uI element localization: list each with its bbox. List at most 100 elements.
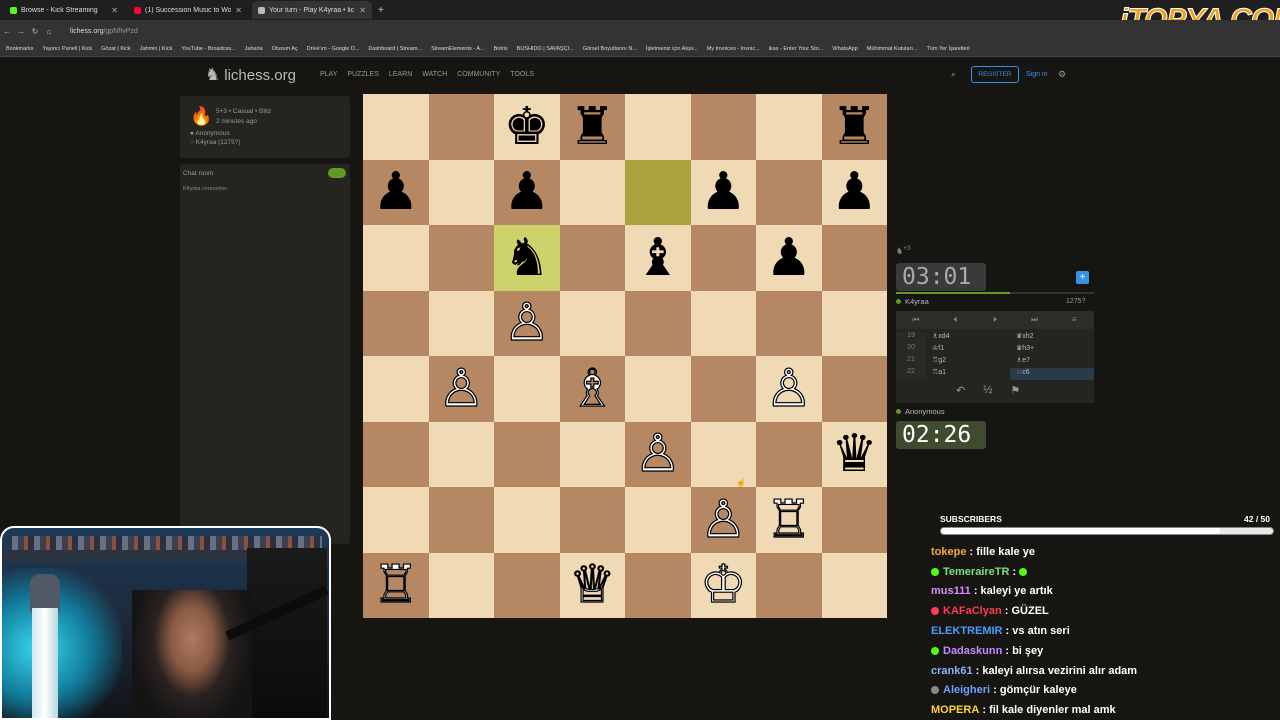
chat-toggle[interactable] bbox=[328, 168, 346, 178]
chess-piece-icon[interactable]: ♔ bbox=[699, 559, 747, 612]
square-g6[interactable]: ♟ bbox=[756, 225, 822, 291]
bookmark-item[interactable]: BUSHIDO | SAVAŞÇI... bbox=[517, 46, 574, 52]
bookmark-item[interactable]: Jaharia bbox=[245, 46, 263, 52]
square-h8[interactable]: ♜ bbox=[821, 94, 887, 160]
chess-piece-icon[interactable]: ♜ bbox=[831, 101, 878, 153]
resign-flag-icon[interactable]: ⚑ bbox=[1010, 384, 1020, 397]
chess-piece-icon[interactable]: ♙ bbox=[634, 428, 682, 481]
white-player[interactable]: ● Anonymous bbox=[190, 130, 230, 137]
lichess-logo[interactable]: ♞ lichess.org bbox=[205, 65, 296, 85]
chess-piece-icon[interactable]: ♞ bbox=[503, 232, 550, 284]
chess-piece-icon[interactable]: ♖ bbox=[765, 493, 813, 546]
menu-play[interactable]: PLAY bbox=[320, 71, 337, 78]
menu-community[interactable]: COMMUNITY bbox=[457, 71, 500, 78]
white-move[interactable]: ♖g2 bbox=[926, 356, 1010, 368]
white-move[interactable]: ♔f1 bbox=[926, 344, 1010, 356]
square-b5[interactable] bbox=[428, 290, 494, 356]
chess-piece-icon[interactable]: ♟ bbox=[831, 166, 878, 218]
chess-piece-icon[interactable]: ♙ bbox=[437, 362, 485, 415]
square-g4[interactable]: ♙ bbox=[756, 356, 822, 422]
chat-username[interactable]: crank61 bbox=[931, 665, 973, 677]
square-d2[interactable] bbox=[559, 487, 625, 553]
chess-piece-icon[interactable]: ♙ bbox=[765, 362, 813, 415]
chess-piece-icon[interactable]: ♗ bbox=[568, 362, 616, 415]
chess-piece-icon[interactable]: ♛ bbox=[831, 428, 878, 480]
square-c2[interactable] bbox=[494, 487, 560, 553]
forward-icon[interactable]: → bbox=[14, 27, 28, 36]
square-f7[interactable]: ♟ bbox=[690, 159, 756, 225]
bookmark-item[interactable]: YouTube - Broadcas... bbox=[181, 46, 235, 52]
square-a2[interactable] bbox=[363, 487, 429, 553]
bookmark-item[interactable]: ikas - Enter Your Sto... bbox=[769, 46, 824, 52]
square-g8[interactable] bbox=[756, 94, 822, 160]
tab-lichess[interactable]: Your turn - Play K4yraa • lic ✕ bbox=[252, 1, 372, 19]
opponent-name-row[interactable]: K4yraa bbox=[896, 297, 929, 306]
home-icon[interactable]: ⌂ bbox=[42, 27, 56, 36]
chat-username[interactable]: mus111 bbox=[931, 585, 971, 597]
chess-piece-icon[interactable]: ♟ bbox=[503, 166, 550, 218]
square-b6[interactable] bbox=[428, 225, 494, 291]
square-c7[interactable]: ♟ bbox=[494, 159, 560, 225]
chess-piece-icon[interactable]: ♟ bbox=[700, 166, 747, 218]
prev-move-icon[interactable]: ⏴ bbox=[936, 311, 976, 329]
bookmark-item[interactable]: İşletmeniz için Alışv... bbox=[646, 46, 698, 52]
chess-board[interactable]: ♚ ♜ ♜ ♟ ♟ ♟ ♟ ♞ ♝ ♟ ♙ ♙ ♗ ♙ ♙ ♛ ♙ ♖ ♖ ♕ ♔ bbox=[363, 94, 887, 618]
chat-username[interactable]: Aleigheri bbox=[943, 684, 990, 696]
bookmark-item[interactable]: Jahmin | Kick bbox=[140, 46, 173, 52]
square-e4[interactable] bbox=[625, 356, 691, 422]
new-tab-button[interactable]: + bbox=[378, 5, 384, 16]
bookmark-item[interactable]: Oturum Aç bbox=[272, 46, 298, 52]
tab-kick[interactable]: Browse - Kick Streaming ✕ bbox=[4, 1, 124, 19]
close-tab-icon[interactable]: ✕ bbox=[111, 6, 118, 15]
square-e5[interactable] bbox=[625, 290, 691, 356]
draw-offer-button[interactable]: ½ bbox=[983, 384, 992, 397]
square-g7[interactable] bbox=[756, 159, 822, 225]
next-move-icon[interactable]: ⏵ bbox=[975, 311, 1015, 329]
chat-username[interactable]: MOPERA bbox=[931, 704, 979, 716]
square-h1[interactable] bbox=[821, 552, 887, 618]
square-e3[interactable]: ♙ bbox=[625, 421, 691, 487]
chess-piece-icon[interactable]: ♟ bbox=[765, 232, 812, 284]
square-c8[interactable]: ♚ bbox=[494, 94, 560, 160]
add-time-button[interactable]: + bbox=[1076, 271, 1089, 284]
bookmark-item[interactable]: Gözat | Kick bbox=[101, 46, 131, 52]
back-icon[interactable]: ← bbox=[0, 27, 14, 36]
bookmark-item[interactable]: StreamElements - A... bbox=[431, 46, 485, 52]
square-c5[interactable]: ♙ bbox=[494, 290, 560, 356]
square-f1[interactable]: ♔ bbox=[690, 552, 756, 618]
bookmark-item[interactable]: Botrix bbox=[494, 46, 508, 52]
player-name-row[interactable]: Anonymous bbox=[896, 407, 945, 416]
square-f8[interactable] bbox=[690, 94, 756, 160]
chat-username[interactable]: KAFaClyan bbox=[943, 605, 1002, 617]
square-d3[interactable] bbox=[559, 421, 625, 487]
square-a8[interactable] bbox=[363, 94, 429, 160]
square-b8[interactable] bbox=[428, 94, 494, 160]
chat-username[interactable]: Dadaskunn bbox=[943, 645, 1002, 657]
reload-icon[interactable]: ↻ bbox=[28, 27, 42, 36]
square-f5[interactable] bbox=[690, 290, 756, 356]
square-e2[interactable] bbox=[625, 487, 691, 553]
bookmark-item[interactable]: Tüm Yer İşaretleri bbox=[927, 46, 970, 52]
chat-username[interactable]: ELEKTREMIR bbox=[931, 625, 1003, 637]
white-move[interactable]: ♖a1 bbox=[926, 368, 1010, 380]
square-e7[interactable] bbox=[625, 159, 691, 225]
register-button[interactable]: REGISTER bbox=[971, 66, 1019, 83]
square-b3[interactable] bbox=[428, 421, 494, 487]
search-icon[interactable]: ⌕ bbox=[951, 69, 956, 80]
chat-username[interactable]: tokepe bbox=[931, 546, 966, 558]
square-f6[interactable] bbox=[690, 225, 756, 291]
square-d8[interactable]: ♜ bbox=[559, 94, 625, 160]
menu-puzzles[interactable]: PUZZLES bbox=[347, 71, 379, 78]
last-move-icon[interactable]: ⏭ bbox=[1015, 311, 1055, 329]
signin-link[interactable]: Sign in bbox=[1026, 71, 1047, 78]
square-e8[interactable] bbox=[625, 94, 691, 160]
takeback-icon[interactable]: ↶ bbox=[956, 384, 965, 397]
square-e1[interactable] bbox=[625, 552, 691, 618]
square-a7[interactable]: ♟ bbox=[363, 159, 429, 225]
first-move-icon[interactable]: ⏮ bbox=[896, 311, 936, 329]
menu-icon[interactable]: ≡ bbox=[1054, 311, 1094, 329]
square-c6[interactable]: ♞ bbox=[494, 225, 560, 291]
bookmark-item[interactable]: Bookmarks bbox=[6, 46, 34, 52]
chess-piece-icon[interactable]: ♜ bbox=[569, 101, 616, 153]
square-d1[interactable]: ♕ bbox=[559, 552, 625, 618]
